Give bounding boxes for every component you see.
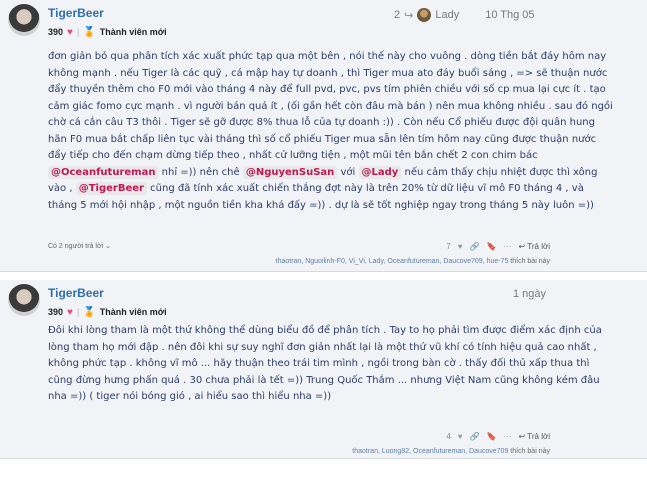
post-body: đơn giản bỏ qua phân tích xác xuất phức … <box>48 49 613 214</box>
author-name[interactable]: TigerBeer <box>48 286 104 300</box>
user-badges: 390 ♥ | 🏅 Thành viên mới <box>48 305 167 319</box>
likers-list[interactable]: thaotran, Luong82, Oceanfutureman, Dauco… <box>352 448 550 455</box>
medal-icon: 🏅 <box>83 306 96 318</box>
heart-like-icon[interactable]: ♥ <box>458 432 463 441</box>
user-rank: Thành viên mới <box>99 307 167 317</box>
points: 390 <box>48 27 64 37</box>
reply-button[interactable]: ↩ Trả lời <box>518 242 550 251</box>
post-text: với <box>340 166 356 178</box>
post-meta: 2 ↪ Lady 10 Thg 05 <box>394 8 535 22</box>
reply-to-avatar[interactable] <box>417 8 432 22</box>
bookmark-icon[interactable]: 🔖 <box>487 242 497 251</box>
like-count: 4 <box>446 432 451 441</box>
post-actions: 7 ♥ 🔗 🔖 ··· ↩ Trả lời <box>446 242 550 251</box>
heart-like-icon[interactable]: ♥ <box>458 242 463 251</box>
heart-icon: ♥ <box>67 26 73 38</box>
reply-to-user[interactable]: Lady <box>435 9 459 21</box>
avatar[interactable] <box>8 4 40 36</box>
mention[interactable]: @NguyenSuSan <box>242 165 338 179</box>
reply-count-badge[interactable]: 2 <box>394 9 400 21</box>
mention[interactable]: @Oceanfutureman <box>48 165 159 179</box>
post-actions: 4 ♥ 🔗 🔖 ··· ↩ Trả lời <box>446 432 550 441</box>
more-icon[interactable]: ··· <box>503 432 511 441</box>
link-icon[interactable]: 🔗 <box>470 432 480 441</box>
separator: | <box>76 27 80 37</box>
post-body: Đôi khi lòng tham là một thứ không thể d… <box>48 323 613 406</box>
reply-arrow-icon: ↪ <box>404 9 414 22</box>
post-date[interactable]: 1 ngày <box>513 288 546 300</box>
replies-summary[interactable]: Có 2 người trả lời ⌄ <box>48 242 111 250</box>
reply-icon: ↩ <box>518 242 526 251</box>
post-date[interactable]: 10 Thg 05 <box>485 9 534 21</box>
bookmark-icon[interactable]: 🔖 <box>487 432 497 441</box>
post-meta: 1 ngày <box>513 288 546 300</box>
more-icon[interactable]: ··· <box>503 242 511 251</box>
mention[interactable]: @TigerBeer <box>75 182 147 195</box>
user-badges: 390 ♥ | 🏅 Thành viên mới <box>48 25 167 39</box>
user-rank: Thành viên mới <box>99 27 167 37</box>
post-text: nhỉ =)) nên chê <box>161 166 240 178</box>
link-icon[interactable]: 🔗 <box>470 242 480 251</box>
like-count: 7 <box>446 242 451 251</box>
mention[interactable]: @Lady <box>358 165 402 179</box>
medal-icon: 🏅 <box>83 26 96 38</box>
author-name[interactable]: TigerBeer <box>48 6 104 20</box>
post-2: TigerBeer 390 ♥ | 🏅 Thành viên mới 1 ngà… <box>0 280 647 459</box>
heart-icon: ♥ <box>67 306 73 318</box>
avatar[interactable] <box>8 284 40 316</box>
post-text: Đôi khi lòng tham là một thứ không thể d… <box>48 325 602 402</box>
post-1: TigerBeer 390 ♥ | 🏅 Thành viên mới 2 ↪ L… <box>0 0 647 272</box>
likers-list[interactable]: thaotran, Nguoilinh-F0, Vi_Vi, Lady, Oce… <box>276 258 550 265</box>
post-text: đơn giản bỏ qua phân tích xác xuất phức … <box>48 51 613 161</box>
points: 390 <box>48 307 64 317</box>
reply-button[interactable]: ↩ Trả lời <box>518 432 550 441</box>
separator: | <box>76 307 80 317</box>
reply-icon: ↩ <box>518 432 526 441</box>
